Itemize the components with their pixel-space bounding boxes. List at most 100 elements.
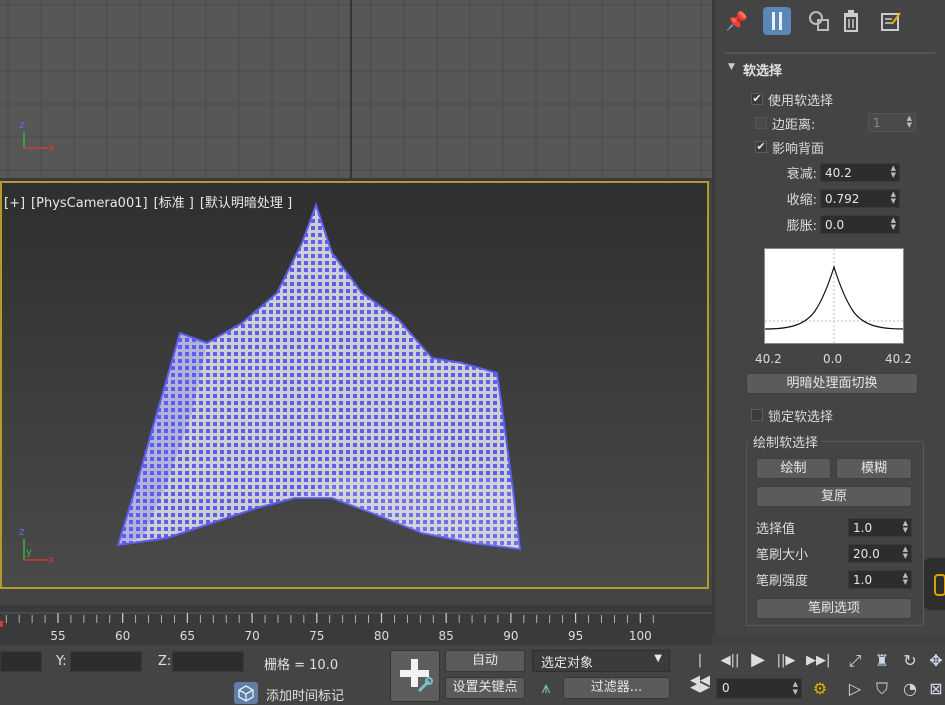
set-key-button[interactable]: 设置关键点 [445,677,525,699]
trash-icon[interactable] [837,7,865,35]
curve-right-label: 40.2 [885,352,912,366]
bubble-spinner[interactable]: 0.0 ▲ ▼ [820,214,900,234]
time-configuration-icon[interactable]: ⚙ [808,677,832,701]
axis-z-label: z [19,118,25,131]
go-to-start-icon[interactable]: |◀◀ [690,651,710,688]
status-bar: Y: Z: 栅格 = 10.0 添加时间标记 自动 设置关键点 选定对象 ▼ ⩚… [0,645,945,705]
lock-soft-selection-checkbox[interactable]: 锁定软选择 [751,406,833,425]
blur-button[interactable]: 模糊 [836,458,912,479]
falloff-spinner[interactable]: 40.2 ▲ ▼ [820,162,900,182]
timeline-tick-label: 65 [179,629,196,643]
falloff-row: 衰减: 40.2 ▲ ▼ [769,162,900,182]
orbit-camera-icon[interactable]: ♜ [870,649,894,673]
pinch-row: 收缩: 0.792 ▲ ▼ [769,188,900,208]
curve-center-label: 0.0 [823,352,843,366]
current-frame-field[interactable]: 0 ▲ ▼ [716,678,802,699]
side-panel-tab[interactable] [924,558,945,610]
roll-camera-icon[interactable]: ↻ [898,649,922,673]
pin-icon[interactable]: 📌 [723,7,751,35]
pinch-spinner[interactable]: 0.792 ▲ ▼ [820,188,900,208]
edge-distance-checkbox[interactable]: 边距离: [755,114,815,133]
cube-icon[interactable] [234,682,258,704]
timeline[interactable]: 55 60 65 70 75 80 85 90 95 100 [0,605,712,645]
command-panel-toolbar: 📌 [715,0,945,46]
selection-filter-dropdown[interactable]: 选定对象 ▼ [532,650,670,672]
viewport-menu-plus[interactable]: [+] [4,196,25,211]
key-filter-icon[interactable]: ⩚ [534,678,558,700]
timeline-ticks [0,612,712,627]
spinner-arrows-icon: ▲ ▼ [902,544,908,560]
viewport-camera-label[interactable]: [PhysCamera001] [31,196,148,211]
use-soft-selection-checkbox[interactable]: ✔ 使用软选择 [751,90,833,109]
rollout-title: 软选择 [743,64,783,79]
selection-value-label: 选择值 [756,521,796,537]
truck-camera-icon[interactable]: ⛉ [870,677,894,701]
viewport-mode-label[interactable]: [标准 ] [154,196,194,211]
time-slider-marker [0,621,3,627]
previous-frame-icon[interactable]: ◀|| [720,651,740,671]
soft-selection-mesh[interactable]: z y x [2,183,707,587]
auto-key-button[interactable]: 自动 [445,650,525,672]
top-axis-gizmo: z x [19,118,55,154]
field-of-view-icon[interactable]: ▷ [843,677,867,701]
go-to-end-icon[interactable]: ▶▶| [806,651,830,671]
timeline-tick-label: 100 [628,629,652,643]
revert-button[interactable]: 复原 [756,486,912,507]
collapse-arrow-icon[interactable]: ▼ [728,62,735,72]
spinner-arrows-icon: ▲ ▼ [906,114,912,129]
play-icon[interactable]: ▶ [748,650,768,670]
x-coordinate-field[interactable] [0,651,42,672]
shaded-face-toggle-button[interactable]: 明暗处理面切换 [746,373,918,394]
pan-view-icon[interactable]: ✥ [924,649,945,673]
y-coordinate-field[interactable] [70,651,142,672]
bubble-row: 膨胀: 0.0 ▲ ▼ [769,214,900,234]
next-frame-icon[interactable]: ||▶ [776,651,796,671]
key-plus-icon [400,659,433,693]
zoom-extents-icon[interactable]: ⤢ [843,649,867,673]
paint-button[interactable]: 绘制 [756,458,831,479]
objects-icon[interactable] [805,7,833,35]
curve-left-label: 40.2 [755,352,782,366]
camera-viewport[interactable]: z y x [+] [PhysCamera001] [标准 ] [默认明暗处理 ] [0,181,709,589]
brush-strength-spinner[interactable]: 1.0 ▲ ▼ [848,569,912,589]
timeline-tick-label: 75 [309,629,325,643]
filters-button[interactable]: 过滤器... [563,677,670,699]
paint-group-title: 绘制软选择 [749,432,823,451]
spinner-arrows-icon: ▲ ▼ [792,680,798,696]
brush-size-spinner[interactable]: 20.0 ▲ ▼ [848,543,912,563]
timeline-tick-label: 70 [244,629,260,643]
z-coordinate-field[interactable] [172,651,244,672]
pinch-label: 收缩: [786,192,817,208]
soft-selection-rollout-header[interactable]: ▼ 软选择 [725,60,945,79]
chevron-down-icon: ▼ [654,653,662,664]
orbit-subobject-icon[interactable]: ◔ [898,677,922,701]
spinner-arrows-icon: ▲ ▼ [890,215,896,231]
set-key-big-button[interactable] [390,650,440,702]
grid-size-label: 栅格 = 10.0 [264,658,339,673]
edge-distance-spinner[interactable]: 1 ▲ ▼ [868,113,916,132]
selection-value-spinner[interactable]: 1.0 ▲ ▼ [848,517,912,537]
viewport-bottom-gap [0,591,712,605]
checkmark-icon: ✔ [755,140,767,153]
brush-size-label: 笔刷大小 [756,547,809,563]
key-mode-toggle-icon[interactable]: ◀▶ [690,678,710,698]
top-viewport[interactable]: z x [0,0,712,178]
configure-icon[interactable] [877,7,905,35]
viewport-shading-label[interactable]: [默认明暗处理 ] [200,196,292,211]
command-panel: 📌 ▼ 软选择 ✔ 使用软选择 边距离: 1 ▲ ▼ ✔ 影响背面 衰减: 40… [712,0,945,635]
toolbar-separator[interactable] [725,52,935,54]
y-label: Y: [56,654,67,669]
checkmark-icon: ✔ [751,92,763,105]
brush-options-button[interactable]: 笔刷选项 [756,598,912,619]
affect-backfacing-checkbox[interactable]: ✔ 影响背面 [755,138,824,157]
timeline-tick-label: 95 [567,629,584,643]
add-time-tag-label[interactable]: 添加时间标记 [266,685,344,704]
spinner-arrows-icon: ▲ ▼ [890,163,896,179]
maximize-viewport-icon[interactable]: ⊠ [924,677,945,701]
timeline-tick-label: 85 [438,629,454,643]
spinner-arrows-icon: ▲ ▼ [902,518,908,534]
timeline-tick-label: 55 [50,629,66,643]
modifier-stack-icon[interactable] [763,7,791,35]
command-panel-footer [712,635,945,645]
z-label: Z: [158,654,172,669]
